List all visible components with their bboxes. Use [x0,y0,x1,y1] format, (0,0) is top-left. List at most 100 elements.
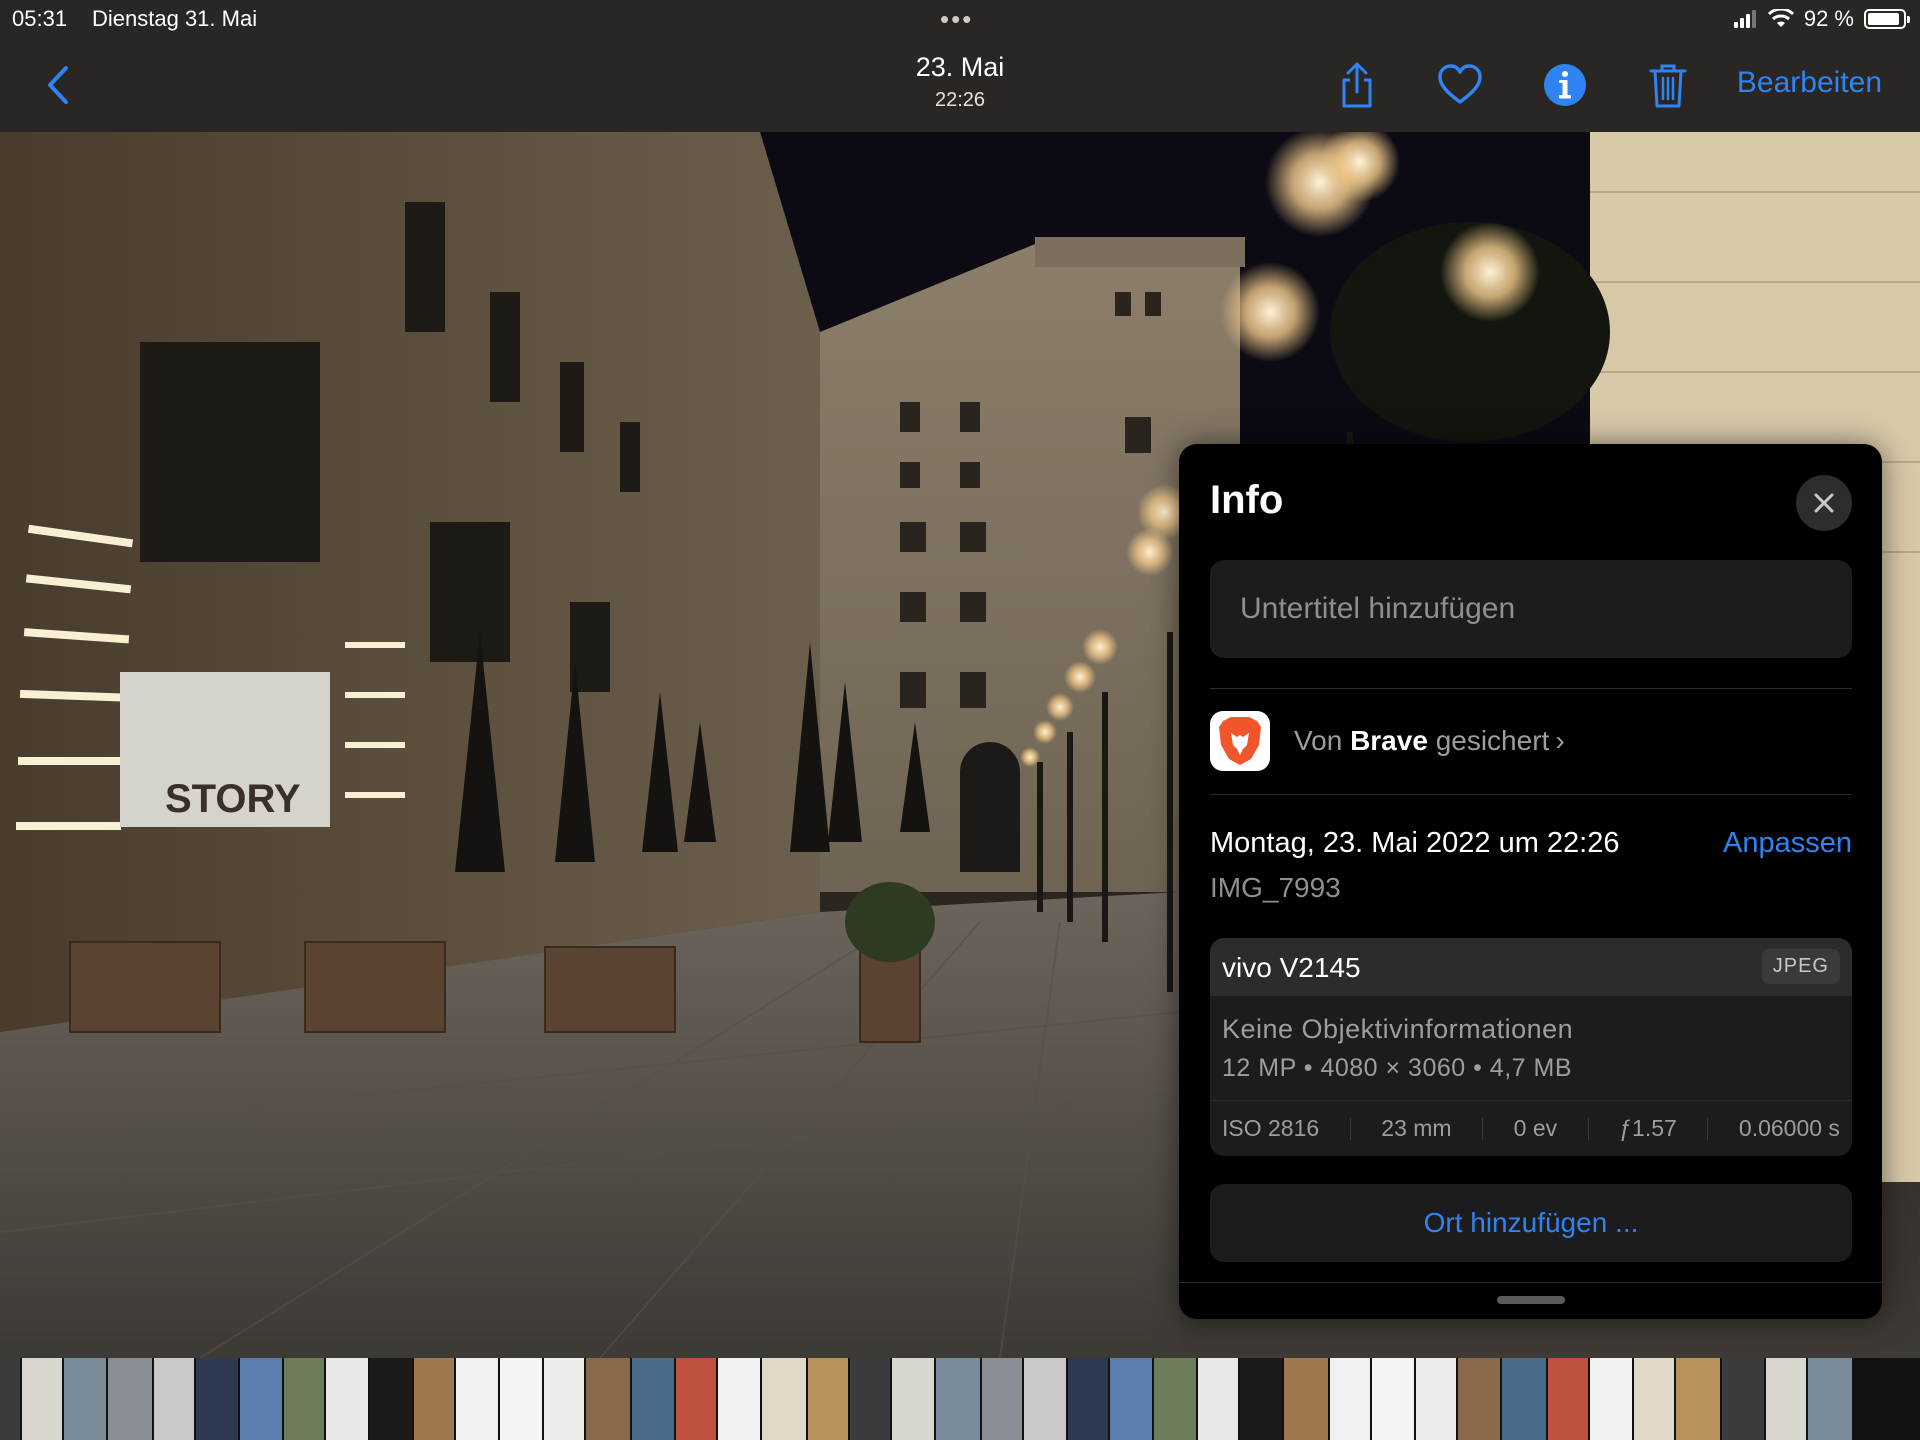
add-location-button[interactable]: Ort hinzufügen ... [1210,1184,1852,1262]
camera-model: vivo V2145 [1222,952,1361,983]
source-app-row[interactable]: Von Brave gesichert › [1210,710,1852,772]
photo-nav-bar: 23. Mai 22:26 Bearbeiten [0,38,1920,133]
close-button[interactable] [1796,475,1852,531]
status-bar: 05:31 Dienstag 31. Mai ••• 92 % [0,0,1920,38]
brave-lion-icon [1219,717,1261,765]
photo-thumbnail[interactable] [1502,1358,1546,1440]
photo-thumbnail[interactable] [1240,1358,1282,1440]
photo-thumbnail[interactable] [500,1358,542,1440]
format-badge: JPEG [1761,949,1840,984]
photo-thumbnail[interactable] [64,1358,106,1440]
wifi-icon [1767,9,1794,27]
edit-button[interactable]: Bearbeiten [1737,66,1882,100]
heart-icon[interactable] [1435,60,1485,110]
photo-thumbnail[interactable] [1110,1358,1152,1440]
photo-thumbnail[interactable] [808,1358,848,1440]
close-icon [1814,493,1834,513]
exif-separator [1587,1117,1589,1140]
photo-thumbnail[interactable] [850,1358,890,1440]
info-icon[interactable] [1540,60,1590,110]
source-prefix: Von [1294,725,1343,756]
caption-input[interactable] [1210,560,1852,658]
share-icon[interactable] [1332,60,1382,110]
image-specs: 12 MP • 4080 × 3060 • 4,7 MB [1222,1054,1573,1082]
photo-thumbnail[interactable] [414,1358,454,1440]
divider [1210,688,1852,689]
exif-row: ISO 2816 23 mm 0 ev ƒ1.57 0.06000 s [1210,1100,1852,1156]
storefront-sign: STORY [165,777,301,821]
battery-icon [1864,9,1910,29]
camera-info-card: vivo V2145 JPEG Keine Objektivinformatio… [1210,938,1852,1156]
exif-iso: ISO 2816 [1222,1115,1320,1141]
camera-header: vivo V2145 JPEG [1210,938,1852,996]
lens-info: Keine Objektivinformationen [1222,1014,1574,1044]
photo-time-subtitle: 22:26 [934,89,986,111]
photo-thumbnail[interactable] [1372,1358,1414,1440]
source-app-text: Von Brave gesichert › [1294,725,1565,757]
status-right: 92 % [1733,6,1910,32]
info-panel-title: Info [1210,478,1284,522]
chevron-right-icon: › [1555,725,1565,756]
photo-thumbnail[interactable] [1676,1358,1720,1440]
photo-thumbnail[interactable] [936,1358,980,1440]
photo-thumbnail[interactable] [632,1358,674,1440]
photo-thumbnail[interactable] [1284,1358,1328,1440]
photo-date-title: 23. Mai [915,52,1005,82]
photo-thumbnail[interactable] [1416,1358,1456,1440]
trash-icon[interactable] [1643,60,1693,110]
photo-thumbnail[interactable] [586,1358,630,1440]
photo-thumbnail[interactable] [456,1358,498,1440]
photo-thumbnail[interactable] [1154,1358,1196,1440]
photo-thumbnail[interactable] [1068,1358,1108,1440]
photo-thumbnail[interactable] [1458,1358,1500,1440]
source-suffix: gesichert [1435,725,1550,756]
photo-thumbnail[interactable] [0,1358,20,1440]
photo-thumbnail[interactable] [22,1358,62,1440]
photo-thumbnail[interactable] [1634,1358,1674,1440]
divider [1210,794,1852,795]
adjust-button[interactable]: Anpassen [1723,827,1852,860]
photo-thumbnail[interactable] [1766,1358,1806,1440]
photo-thumbnail[interactable] [326,1358,368,1440]
photo-thumbnail[interactable] [1198,1358,1238,1440]
exif-shutter-speed: 0.06000 s [1738,1115,1840,1141]
battery-percentage: 92 % [1803,6,1854,31]
photo-thumbnail[interactable] [544,1358,584,1440]
exif-exposure-bias: 0 ev [1513,1115,1558,1141]
photo-thumbnail[interactable] [762,1358,806,1440]
exif-separator [1349,1117,1351,1140]
photo-thumbnail[interactable] [1590,1358,1632,1440]
photo-thumbnail[interactable] [108,1358,152,1440]
thumbnail-strip[interactable] [0,1358,1920,1440]
photo-thumbnail[interactable] [154,1358,194,1440]
sheet-grabber-handle[interactable] [1497,1296,1565,1304]
photo-thumbnail[interactable] [370,1358,412,1440]
exif-focal-length: 23 mm [1381,1115,1452,1141]
photo-thumbnail[interactable] [982,1358,1022,1440]
photo-thumbnail[interactable] [1722,1358,1764,1440]
photo-thumbnail[interactable] [1548,1358,1588,1440]
exif-separator [1482,1117,1484,1140]
file-name: IMG_7993 [1210,872,1341,903]
photo-thumbnail[interactable] [1330,1358,1370,1440]
exif-aperture: ƒ1.57 [1619,1115,1677,1141]
brave-app-icon [1210,711,1270,771]
capture-datetime: Montag, 23. Mai 2022 um 22:26 [1210,827,1620,859]
photo-thumbnail[interactable] [892,1358,934,1440]
info-panel: Info Von Brave gesichert› Montag, 23. Ma… [1179,444,1882,1319]
cellular-signal-icon [1733,10,1756,28]
photo-thumbnail[interactable] [240,1358,282,1440]
photo-thumbnail[interactable] [1024,1358,1066,1440]
photo-thumbnail[interactable] [196,1358,238,1440]
source-app-name: Brave [1350,725,1428,756]
photo-thumbnail[interactable] [1808,1358,1852,1440]
photo-thumbnail[interactable] [718,1358,760,1440]
exif-separator [1707,1117,1709,1140]
back-chevron-icon[interactable] [40,60,76,110]
status-date: Dienstag 31. Mai [92,6,258,31]
photo-thumbnail[interactable] [284,1358,324,1440]
divider [1179,1282,1882,1283]
status-time: 05:31 [12,6,68,31]
photo-thumbnail[interactable] [676,1358,716,1440]
multitasking-dots[interactable]: ••• [940,4,973,35]
